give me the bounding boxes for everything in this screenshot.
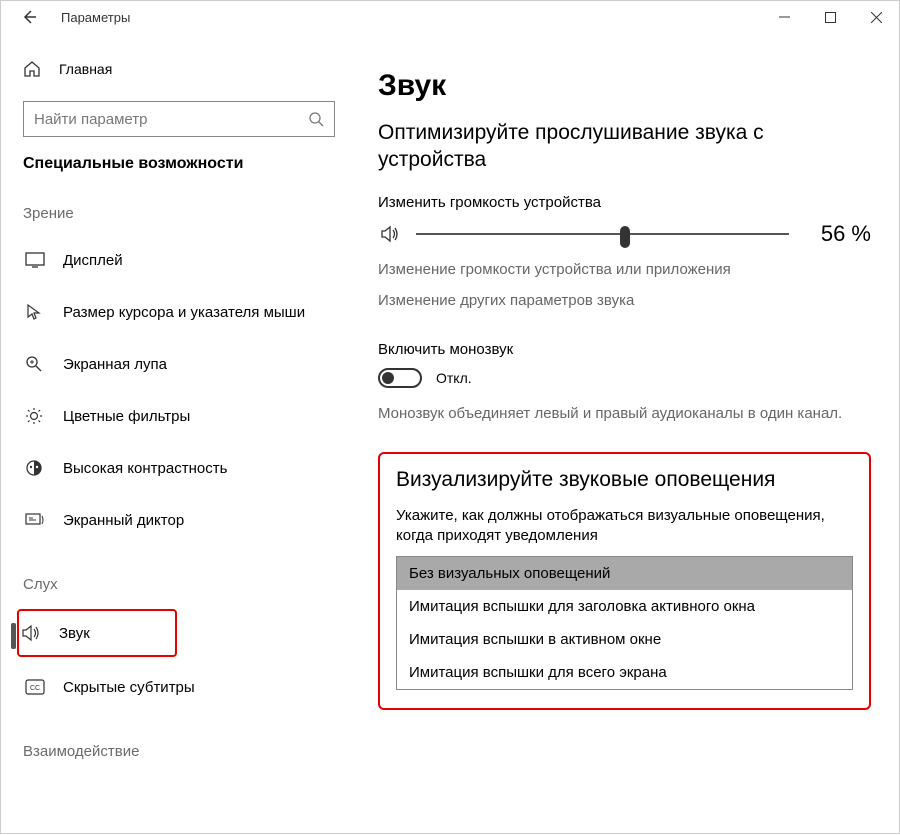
page-title: Звук — [378, 69, 871, 103]
home-icon — [23, 60, 43, 78]
sidebar: Главная Найти параметр Специальные возмо… — [1, 33, 356, 835]
slider-track — [416, 233, 789, 235]
mono-toggle[interactable] — [378, 368, 422, 388]
volume-label: Изменить громкость устройства — [378, 194, 871, 211]
sidebar-item-magnifier[interactable]: Экранная лупа — [23, 342, 340, 386]
minimize-button[interactable] — [761, 1, 807, 33]
volume-row: 56 % — [378, 221, 871, 247]
sidebar-item-audio[interactable]: Звук — [17, 609, 177, 657]
sidebar-item-label: Звук — [59, 625, 90, 642]
toggle-knob — [382, 372, 394, 384]
volume-value: 56 % — [801, 221, 871, 247]
sidebar-item-captions[interactable]: CC Скрытые субтитры — [23, 665, 340, 709]
contrast-icon — [25, 459, 47, 477]
cursor-icon — [25, 303, 47, 321]
mono-state: Откл. — [436, 370, 472, 386]
display-icon — [25, 252, 47, 268]
sidebar-item-label: Скрытые субтитры — [63, 679, 195, 696]
back-button[interactable] — [15, 3, 43, 31]
mono-label: Включить монозвук — [378, 341, 871, 358]
close-button[interactable] — [853, 1, 899, 33]
dropdown-option[interactable]: Имитация вспышки для заголовка активного… — [397, 590, 852, 623]
search-input[interactable]: Найти параметр — [23, 101, 335, 137]
sidebar-item-cursor[interactable]: Размер курсора и указателя мыши — [23, 290, 340, 334]
visual-description: Укажите, как должны отображаться визуаль… — [396, 506, 853, 547]
sidebar-item-high-contrast[interactable]: Высокая контрастность — [23, 446, 340, 490]
magnifier-icon — [25, 355, 47, 373]
speaker-icon — [21, 624, 43, 642]
sidebar-item-label: Размер курсора и указателя мыши — [63, 304, 305, 321]
svg-text:CC: CC — [30, 685, 40, 692]
volume-slider[interactable] — [416, 224, 789, 244]
narrator-icon — [25, 511, 47, 529]
main-content: Звук Оптимизируйте прослушивание звука с… — [356, 33, 899, 835]
link-other-sound[interactable]: Изменение других параметров звука — [378, 292, 871, 309]
dropdown-option[interactable]: Имитация вспышки для всего экрана — [397, 656, 852, 689]
title-bar: Параметры — [1, 1, 899, 33]
dropdown-option-selected[interactable]: Без визуальных оповещений — [397, 557, 852, 590]
sidebar-item-narrator[interactable]: Экранный диктор — [23, 498, 340, 542]
window-title: Параметры — [61, 10, 130, 25]
speaker-icon — [378, 224, 404, 244]
sidebar-item-label: Дисплей — [63, 252, 123, 269]
sidebar-item-label: Экранный диктор — [63, 512, 184, 529]
sidebar-item-display[interactable]: Дисплей — [23, 238, 340, 282]
group-vision: Зрение — [23, 205, 340, 222]
home-label: Главная — [59, 61, 112, 77]
group-hearing: Слух — [23, 576, 340, 593]
link-app-volume[interactable]: Изменение громкости устройства или прило… — [378, 261, 871, 278]
section-optimize: Оптимизируйте прослушивание звука с устр… — [378, 119, 871, 174]
home-link[interactable]: Главная — [23, 51, 340, 87]
group-interaction: Взаимодействие — [23, 743, 340, 760]
sidebar-item-label: Цветные фильтры — [63, 408, 190, 425]
sidebar-item-label: Экранная лупа — [63, 356, 167, 373]
category-title: Специальные возможности — [23, 155, 340, 173]
search-placeholder: Найти параметр — [34, 111, 148, 128]
maximize-button[interactable] — [807, 1, 853, 33]
mono-toggle-row: Откл. — [378, 368, 871, 388]
sidebar-item-label: Высокая контрастность — [63, 460, 227, 477]
mono-description: Монозвук объединяет левый и правый аудио… — [378, 404, 871, 424]
captions-icon: CC — [25, 679, 47, 695]
search-icon — [308, 111, 324, 127]
window-controls — [761, 1, 899, 33]
visual-alerts-section: Визуализируйте звуковые оповещения Укажи… — [378, 452, 871, 711]
brightness-icon — [25, 407, 47, 425]
sidebar-item-color-filters[interactable]: Цветные фильтры — [23, 394, 340, 438]
visual-heading: Визуализируйте звуковые оповещения — [396, 468, 853, 492]
dropdown-option[interactable]: Имитация вспышки в активном окне — [397, 623, 852, 656]
visual-dropdown[interactable]: Без визуальных оповещений Имитация вспыш… — [396, 556, 853, 690]
slider-thumb[interactable] — [620, 226, 630, 248]
